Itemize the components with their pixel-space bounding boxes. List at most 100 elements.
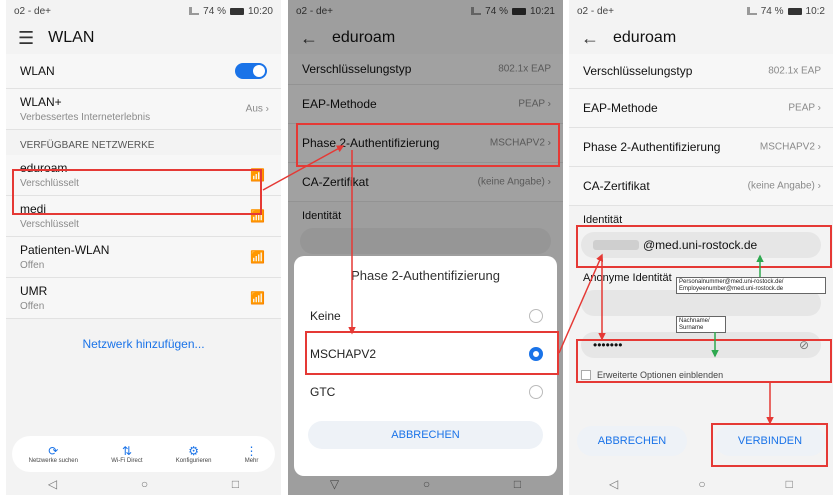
password-field[interactable]: ••••••• ⊘ bbox=[581, 332, 821, 358]
checkbox[interactable] bbox=[581, 370, 591, 380]
identity-field[interactable] bbox=[300, 228, 551, 254]
battery-icon bbox=[229, 7, 244, 15]
signal-icon bbox=[471, 7, 482, 15]
phone-wlan-list: o2 - de+ 74 % 10:20 ☰ WLAN WLAN WLAN+ Ve… bbox=[6, 0, 281, 495]
system-nav-bar: ◁ ○ □ bbox=[6, 473, 281, 495]
option-keine[interactable]: Keine bbox=[294, 297, 557, 335]
signal-icon bbox=[189, 7, 200, 15]
battery-percent: 74 % bbox=[760, 5, 784, 17]
wifi-icon: 📶 bbox=[250, 250, 265, 264]
status-bar: o2 - de+ 74 % 10:21 bbox=[288, 0, 563, 22]
identity-field[interactable]: @med.uni-rostock.de bbox=[581, 232, 821, 258]
setting-row[interactable]: EAP-Methode PEAP › bbox=[288, 85, 563, 124]
bottom-toolbar: ⟳ Netzwerke suchen ⇅ Wi-Fi Direct ⚙ Konf… bbox=[12, 436, 275, 472]
setting-row[interactable]: Phase 2-Authentifizierung MSCHAPV2 › bbox=[569, 128, 833, 167]
carrier: o2 - de+ bbox=[14, 5, 51, 17]
wifi-icon: 📶 bbox=[250, 291, 265, 305]
network-name: medi bbox=[20, 202, 47, 216]
scan-networks-button[interactable]: ⟳ Netzwerke suchen bbox=[29, 444, 78, 464]
back-nav-icon[interactable]: ◁ bbox=[609, 477, 618, 491]
recents-nav-icon[interactable]: □ bbox=[786, 477, 793, 491]
network-item[interactable]: Patienten-WLAN Offen 📶 bbox=[6, 237, 281, 278]
radio-button[interactable] bbox=[529, 309, 543, 323]
back-arrow-icon[interactable]: ← bbox=[300, 28, 318, 49]
clock: 10:21 bbox=[529, 5, 555, 17]
phone-eduroam-form: o2 - de+ 74 % 10:2 ← eduroam Verschlüsse… bbox=[569, 0, 833, 495]
home-nav-icon[interactable]: ○ bbox=[423, 477, 430, 491]
more-button[interactable]: ⋮ Mehr bbox=[245, 444, 259, 464]
battery-percent: 74 % bbox=[485, 5, 508, 17]
wifi-lock-icon: 📶 bbox=[250, 168, 265, 182]
page-title: eduroam bbox=[332, 29, 396, 46]
wlan-toggle-row[interactable]: WLAN bbox=[6, 54, 281, 89]
system-nav-bar: ◁ ○ □ bbox=[569, 473, 833, 495]
add-network-link[interactable]: Netzwerk hinzufügen... bbox=[6, 337, 281, 351]
network-item[interactable]: medi Verschlüsselt 📶 bbox=[6, 196, 281, 237]
signal-icon bbox=[746, 7, 757, 15]
network-item[interactable]: eduroam Verschlüsselt 📶 bbox=[6, 155, 281, 196]
page-title: eduroam bbox=[613, 29, 677, 46]
recents-nav-icon[interactable]: □ bbox=[514, 477, 521, 491]
radio-button-selected[interactable] bbox=[529, 347, 543, 361]
wifi-direct-button[interactable]: ⇅ Wi-Fi Direct bbox=[111, 444, 142, 464]
option-mschapv2[interactable]: MSCHAPV2 bbox=[294, 335, 557, 373]
network-status: Offen bbox=[20, 301, 45, 312]
back-nav-icon[interactable]: ▽ bbox=[330, 477, 339, 491]
annotation-note-identity: Personalnummer@med.uni-rostock.de/ Emplo… bbox=[676, 277, 826, 295]
page-title: WLAN bbox=[48, 29, 95, 46]
identity-label: Identität bbox=[583, 214, 623, 226]
battery-icon bbox=[787, 7, 802, 15]
wlan-plus-subtitle: Verbessertes Interneterlebnis bbox=[20, 112, 151, 123]
setting-row[interactable]: EAP-Methode PEAP › bbox=[569, 89, 833, 128]
carrier: o2 - de+ bbox=[577, 5, 614, 17]
redacted-block bbox=[593, 240, 639, 250]
system-nav-bar: ▽ ○ □ bbox=[288, 473, 563, 495]
app-bar: ☰ WLAN bbox=[6, 22, 281, 54]
network-name: eduroam bbox=[20, 161, 68, 175]
network-item[interactable]: UMR Offen 📶 bbox=[6, 278, 281, 319]
setting-row[interactable]: CA-Zertifikat (keine Angabe) › bbox=[288, 163, 563, 202]
wlan-label: WLAN bbox=[20, 64, 55, 78]
app-bar: ← eduroam bbox=[288, 22, 563, 54]
carrier: o2 - de+ bbox=[296, 5, 333, 17]
clock: 10:2 bbox=[805, 5, 825, 17]
cancel-button[interactable]: ABBRECHEN bbox=[308, 421, 543, 449]
more-icon: ⋮ bbox=[245, 444, 258, 458]
gear-icon: ⚙ bbox=[188, 444, 199, 458]
radio-button[interactable] bbox=[529, 385, 543, 399]
wlan-plus-value: Aus › bbox=[245, 103, 269, 115]
refresh-icon: ⟳ bbox=[48, 444, 59, 458]
setting-row[interactable]: CA-Zertifikat (keine Angabe) › bbox=[569, 167, 833, 206]
app-bar: ← eduroam bbox=[569, 22, 833, 54]
phase2-dialog: Phase 2-Authentifizierung Keine MSCHAPV2… bbox=[294, 256, 557, 476]
dialog-title: Phase 2-Authentifizierung bbox=[351, 268, 500, 283]
wlan-toggle[interactable] bbox=[235, 63, 267, 79]
wifi-direct-icon: ⇅ bbox=[121, 444, 132, 458]
battery-icon bbox=[511, 7, 526, 15]
eye-off-icon[interactable]: ⊘ bbox=[799, 338, 809, 352]
home-nav-icon[interactable]: ○ bbox=[698, 477, 705, 491]
status-bar: o2 - de+ 74 % 10:20 bbox=[6, 0, 281, 22]
cancel-button[interactable]: ABBRECHEN bbox=[577, 426, 687, 456]
wlan-plus-title: WLAN+ bbox=[20, 95, 62, 109]
network-status: Verschlüsselt bbox=[20, 219, 79, 230]
home-nav-icon[interactable]: ○ bbox=[141, 477, 148, 491]
setting-row[interactable]: Verschlüsselungstyp 802.1x EAP bbox=[569, 54, 833, 89]
network-status: Offen bbox=[20, 260, 45, 271]
back-arrow-icon[interactable]: ← bbox=[581, 28, 599, 49]
setting-row[interactable]: Verschlüsselungstyp 802.1x EAP bbox=[288, 54, 563, 85]
connect-button[interactable]: VERBINDEN bbox=[715, 426, 825, 456]
network-name: Patienten-WLAN bbox=[20, 243, 110, 257]
configure-button[interactable]: ⚙ Konfigurieren bbox=[176, 444, 212, 464]
menu-icon[interactable]: ☰ bbox=[18, 28, 34, 49]
dialog-actions: ABBRECHEN VERBINDEN bbox=[577, 426, 825, 456]
recents-nav-icon[interactable]: □ bbox=[232, 477, 239, 491]
annotation-note-surname: Nachname/ Surname bbox=[676, 316, 726, 334]
back-nav-icon[interactable]: ◁ bbox=[48, 477, 57, 491]
wlan-plus-row[interactable]: WLAN+ Verbessertes Interneterlebnis Aus … bbox=[6, 89, 281, 130]
option-gtc[interactable]: GTC bbox=[294, 373, 557, 411]
phone-phase2-dialog: o2 - de+ 74 % 10:21 ← eduroam Verschlüss… bbox=[288, 0, 563, 495]
advanced-options[interactable]: Erweiterte Optionen einblenden bbox=[569, 364, 833, 386]
section-header: VERFÜGBARE NETZWERKE bbox=[20, 140, 155, 151]
setting-row[interactable]: Phase 2-Authentifizierung MSCHAPV2 › bbox=[288, 124, 563, 163]
